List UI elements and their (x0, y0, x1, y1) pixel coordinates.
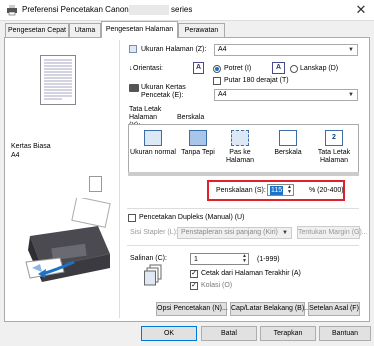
printer-paper-size-value: A4 (218, 91, 227, 98)
layout-scrollbar[interactable] (128, 172, 359, 176)
title-bar: Preferensi Pencetakan Canon series ✕ (0, 0, 374, 21)
scaling-label: Penskalaan (S): (216, 187, 266, 194)
copies-label: Salinan (C): (130, 255, 167, 262)
divider (127, 208, 359, 209)
chevron-down-icon: ▼ (348, 47, 354, 53)
window-title: Preferensi Pencetakan Canon (22, 5, 129, 14)
copies-svg (144, 264, 162, 286)
layout-item-label: Berskala (274, 149, 302, 156)
scaling-value: 115 (270, 186, 284, 195)
scaling-input[interactable]: 115 ▲ ▼ (267, 184, 294, 196)
fit-to-page-icon (231, 130, 249, 146)
stamp-background-button[interactable]: Cap/Latar Belakang (B)... (230, 302, 310, 316)
scaling-unit: % (20-400) (309, 187, 344, 194)
portrait-radio[interactable] (213, 65, 221, 73)
page-normal-icon (144, 130, 162, 146)
tab-quick-setup[interactable]: Pengesetan Cepat (5, 23, 69, 37)
copies-value: 1 (194, 256, 198, 263)
layout-item-scaled[interactable]: Berskala (266, 130, 310, 157)
chevron-down-icon: ▼ (282, 230, 288, 236)
page-layout-icon: 2 (325, 130, 343, 146)
cancel-button[interactable]: Batal (201, 326, 257, 341)
arrow-down-icon: ↓ (129, 65, 133, 72)
scaled-icon (279, 130, 297, 146)
layout-item-normal[interactable]: Ukuran normal (130, 130, 176, 157)
stapling-select[interactable]: Penstapleran sisi panjang (Kiri) ▼ (177, 227, 292, 239)
page-size-select[interactable]: A4 ▼ (214, 44, 358, 56)
layout-item-borderless[interactable]: Tanpa Tepi (178, 130, 218, 157)
landscape-label: Lanskap (D) (300, 65, 339, 72)
divider (127, 245, 359, 246)
copies-range: (1-999) (257, 256, 280, 263)
page-size-label: Ukuran Halaman (Z): (141, 46, 207, 53)
ok-button[interactable]: OK (141, 326, 197, 341)
copies-icon (144, 264, 164, 288)
duplex-label: Pencetakan Dupleks (Manual) (U) (139, 214, 245, 221)
layout-item-fit[interactable]: Pas ke Halaman (220, 130, 260, 165)
help-button[interactable]: Bantuan (319, 326, 371, 341)
stapling-label: Sisi Stapler (L): (130, 229, 178, 236)
printer-paper-size-label: Ukuran Kertas Pencetak (E): (141, 84, 186, 99)
stapling-value: Penstapleran sisi panjang (Kiri) (181, 229, 278, 236)
specify-margin-button[interactable]: Tentukan Margin (G)... (297, 226, 368, 239)
landscape-radio[interactable] (290, 65, 298, 73)
print-options-button[interactable]: Opsi Pencetakan (N)... (156, 302, 228, 316)
media-type-label: Kertas Biasa (11, 143, 51, 150)
collate-checkbox[interactable]: ✓ (190, 282, 198, 290)
duplex-checkbox[interactable] (128, 214, 136, 222)
paper-thumbnail (89, 176, 102, 192)
layout-item-label: Tata Letak Halaman (317, 149, 351, 164)
apply-button[interactable]: Terapkan (260, 326, 316, 341)
tab-maintenance[interactable]: Perawatan (178, 23, 225, 37)
printer-paper-size-select[interactable]: A4 ▼ (214, 89, 358, 101)
chevron-down-icon: ▼ (348, 92, 354, 98)
reverse-order-label: Cetak dari Halaman Terakhir (A) (201, 270, 301, 277)
page-preview (40, 55, 76, 105)
media-size-label: A4 (11, 152, 20, 159)
tab-main[interactable]: Utama (69, 23, 101, 37)
page-borderless-icon (189, 130, 207, 146)
page-size-icon (129, 45, 137, 53)
printer-app-icon (7, 5, 17, 16)
page-size-value: A4 (218, 46, 227, 53)
model-name-redaction (129, 5, 169, 15)
tab-page-setup[interactable]: Pengesetan Halaman (101, 21, 178, 38)
layout-item-label: Ukuran normal (130, 149, 176, 156)
defaults-button[interactable]: Setelan Asal (F) (308, 302, 360, 316)
collate-label: Kolasi (O) (201, 282, 233, 289)
portrait-label: Potret (I) (224, 65, 252, 72)
layout-item-label: Pas ke Halaman (225, 149, 254, 164)
page-layout-selected: Berskala (177, 114, 205, 121)
portrait-icon: A (193, 62, 204, 74)
spin-down-icon[interactable]: ▼ (242, 259, 247, 264)
close-icon[interactable]: ✕ (352, 2, 370, 18)
orientation-label: Orientasi: (133, 65, 163, 72)
window-title-suffix: series (171, 5, 193, 14)
printer-illustration (25, 198, 111, 282)
layout-item-label: Tanpa Tepi (181, 149, 215, 156)
rotate-180-checkbox[interactable] (213, 77, 221, 85)
rotate-180-label: Putar 180 derajat (T) (224, 77, 289, 84)
layout-item-page-layout[interactable]: 2 Tata Letak Halaman (310, 130, 358, 165)
copies-input[interactable]: 1 ▲ ▼ (190, 253, 249, 265)
spin-down-icon[interactable]: ▼ (287, 190, 292, 195)
landscape-icon: A (272, 62, 285, 74)
reverse-order-checkbox[interactable]: ✓ (190, 270, 198, 278)
printer-paper-icon (129, 84, 139, 92)
